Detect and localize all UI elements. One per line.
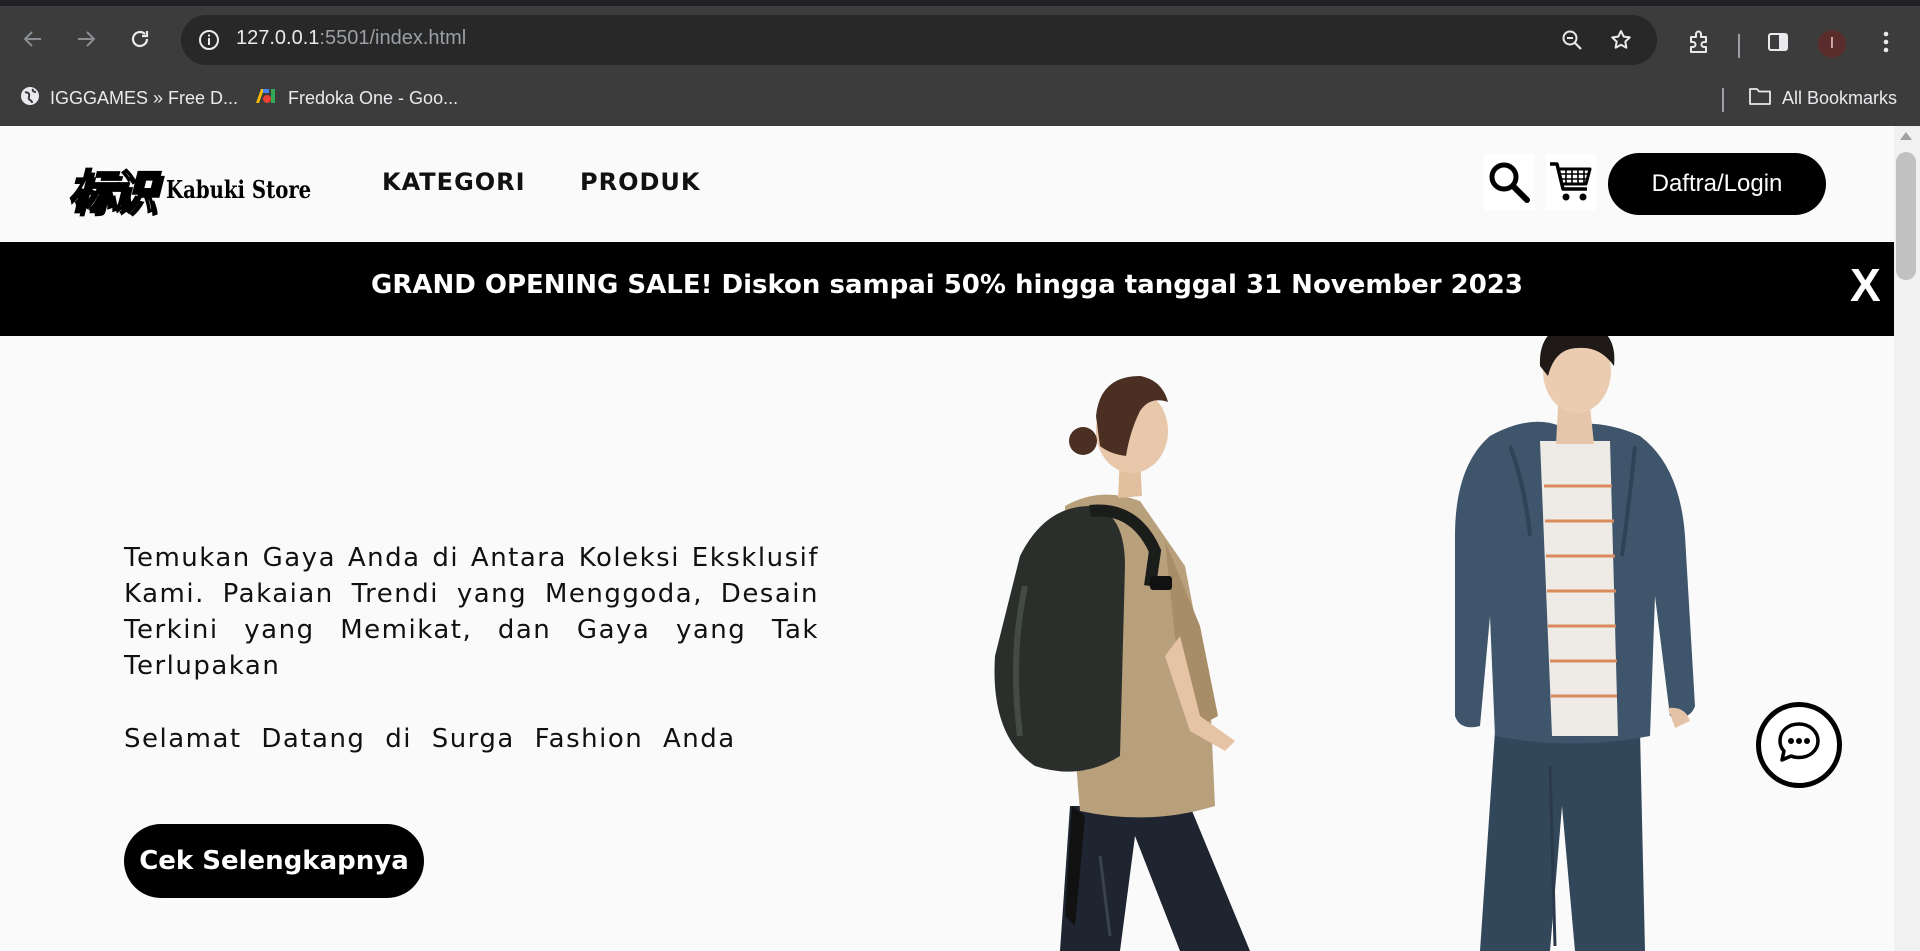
- all-bookmarks-button[interactable]: All Bookmarks: [1748, 84, 1897, 112]
- chat-button[interactable]: [1756, 702, 1842, 788]
- url-host: 127.0.0.1: [236, 27, 320, 49]
- hero-models-image: [994, 336, 1695, 951]
- url-text[interactable]: 127.0.0.1:5501/index.html: [236, 27, 466, 50]
- side-panel-icon[interactable]: [1762, 26, 1794, 58]
- page-viewport: 标识 Kabuki Store KATEGORI PRODUK Daftra/L…: [0, 126, 1894, 951]
- folder-icon: [1748, 86, 1772, 111]
- chat-bubble-icon: [1774, 718, 1824, 772]
- search-icon[interactable]: [1484, 154, 1534, 210]
- store-logo[interactable]: 标识 Kabuki Store: [67, 156, 343, 222]
- login-button[interactable]: Daftra/Login: [1608, 153, 1826, 215]
- bookmark-label: IGGGAMES » Free D...: [50, 87, 239, 108]
- globe-icon: [20, 86, 40, 111]
- logo-store-name: Kabuki Store: [166, 174, 312, 204]
- profile-avatar[interactable]: I: [1818, 30, 1846, 58]
- banner-close-button[interactable]: X: [1850, 262, 1881, 308]
- hero-welcome-text: Selamat Datang di Surga Fashion Anda: [124, 724, 736, 754]
- model-woman: [994, 376, 1250, 951]
- promo-banner: GRAND OPENING SALE! Diskon sampai 50% hi…: [0, 242, 1894, 336]
- logo-kanji: 标识: [67, 164, 157, 220]
- browser-toolbar: 127.0.0.1:5501/index.html I: [0, 6, 1920, 72]
- menu-kebab-icon[interactable]: [1870, 26, 1902, 58]
- extensions-icon[interactable]: [1683, 26, 1715, 58]
- see-more-button[interactable]: Cek Selengkapnya: [124, 824, 424, 898]
- back-icon[interactable]: [15, 21, 51, 57]
- shopping-cart-icon[interactable]: [1546, 154, 1596, 210]
- promo-banner-text: GRAND OPENING SALE! Diskon sampai 50% hi…: [371, 270, 1523, 300]
- forward-icon[interactable]: [68, 21, 104, 57]
- bookmark-item[interactable]: Fredoka One - Goo...: [254, 84, 458, 112]
- toolbar-divider: [1738, 34, 1740, 58]
- hero-description: Temukan Gaya Anda di Antara Koleksi Eksk…: [124, 543, 819, 681]
- url-path: :5501/index.html: [319, 27, 467, 49]
- browser-chrome: 127.0.0.1:5501/index.html I IGGGAMES » F…: [0, 0, 1920, 126]
- bookmarks-divider: [1722, 88, 1724, 112]
- zoom-icon[interactable]: [1557, 25, 1587, 55]
- scrollbar-thumb[interactable]: [1896, 152, 1916, 280]
- scroll-up-arrow-icon[interactable]: [1900, 132, 1912, 140]
- nav-link-kategori[interactable]: KATEGORI: [382, 168, 526, 196]
- reload-icon[interactable]: [122, 21, 158, 57]
- bookmark-star-icon[interactable]: [1606, 25, 1636, 55]
- bookmark-item[interactable]: IGGGAMES » Free D...: [20, 84, 238, 112]
- site-header: 标识 Kabuki Store KATEGORI PRODUK Daftra/L…: [0, 126, 1894, 242]
- bookmarks-bar: IGGGAMES » Free D... Fredoka One - Goo..…: [0, 72, 1920, 126]
- bookmark-label: Fredoka One - Goo...: [288, 87, 459, 108]
- address-bar[interactable]: 127.0.0.1:5501/index.html: [181, 15, 1657, 65]
- google-fonts-icon: [254, 87, 278, 110]
- nav-link-produk[interactable]: PRODUK: [580, 168, 700, 196]
- model-man: [1455, 336, 1695, 951]
- hero-section: Temukan Gaya Anda di Antara Koleksi Eksk…: [0, 336, 1894, 951]
- all-bookmarks-label: All Bookmarks: [1782, 87, 1898, 108]
- site-info-icon[interactable]: [195, 26, 223, 54]
